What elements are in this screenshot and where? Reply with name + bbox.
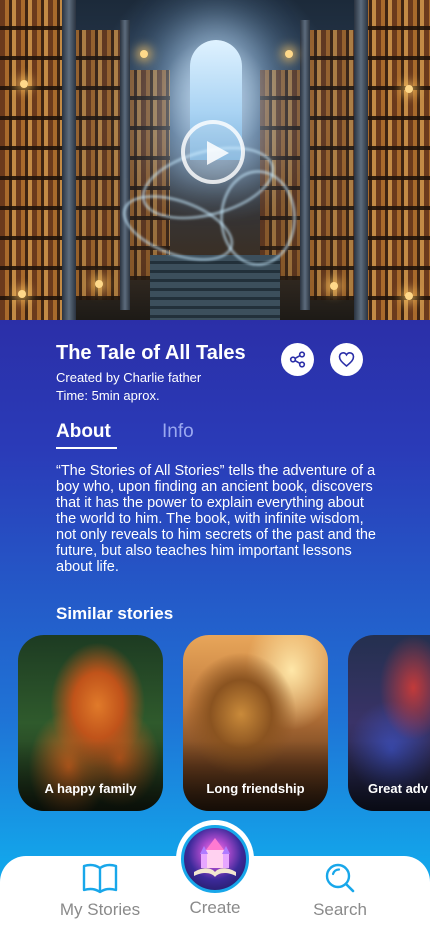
story-detail-screen: The Tale of All Tales Created by Charlie… [0,0,430,932]
share-icon [289,351,306,368]
nav-my-stories-label: My Stories [59,900,141,919]
tab-about[interactable]: About [56,421,111,443]
play-button[interactable] [181,120,245,184]
nav-search-label: Search [313,900,367,919]
share-button[interactable] [281,343,314,376]
heart-icon [338,351,355,368]
story-author: Created by Charlie father [56,370,202,385]
create-button[interactable] [176,820,254,898]
similar-story-card[interactable]: Great adv [348,635,430,811]
similar-story-title: A happy family [44,781,137,796]
search-icon [325,863,355,893]
story-title: The Tale of All Tales [56,342,246,364]
similar-story-card[interactable]: Long friendship [183,635,328,811]
similar-stories-heading: Similar stories [56,604,174,623]
similar-story-card[interactable]: A happy family [18,635,163,811]
favorite-button[interactable] [330,343,363,376]
similar-story-title: Long friendship [206,781,305,796]
castle-book-icon [181,825,249,893]
nav-create[interactable]: Create [176,898,254,918]
tab-info[interactable]: Info [162,421,194,443]
story-duration: Time: 5min aprox. [56,388,160,403]
nav-search[interactable]: Search [292,862,388,920]
story-cover-image [0,0,430,320]
play-icon [207,141,229,165]
book-icon [82,863,118,894]
tab-active-indicator [56,447,117,449]
similar-story-title: Great adv [368,781,428,796]
nav-create-label: Create [189,898,241,917]
nav-my-stories[interactable]: My Stories [52,862,148,920]
story-description: “The Stories of All Stories” tells the a… [56,463,376,575]
